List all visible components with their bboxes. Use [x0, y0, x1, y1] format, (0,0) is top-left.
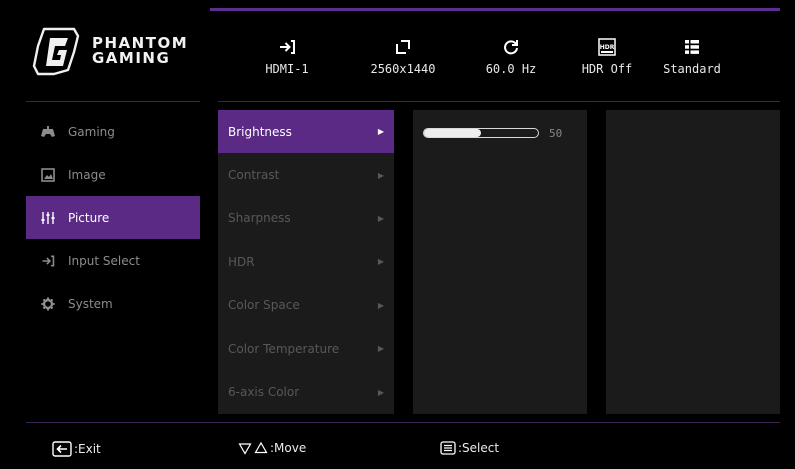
exit-hint-label: :Exit [74, 442, 101, 456]
sidebar-item-label: Picture [68, 210, 110, 225]
brand-line-2: GAMING [92, 49, 171, 67]
sidebar-item-gaming[interactable]: Gaming [26, 110, 200, 153]
footer-divider [26, 422, 780, 423]
phantom-gaming-badge-icon [32, 27, 80, 76]
chevron-right-icon: ▶ [377, 257, 384, 267]
status-mode: Standard [647, 36, 737, 76]
value-panel: 50 [413, 110, 587, 414]
submenu-item-color-temperature[interactable]: Color Temperature ▶ [218, 327, 394, 370]
select-hint-label: :Select [458, 441, 500, 455]
down-triangle-icon [238, 441, 252, 455]
status-hdr-value: HDR Off [581, 62, 633, 76]
chevron-right-icon: ▶ [377, 344, 384, 354]
refresh-icon [466, 36, 556, 58]
image-icon [40, 167, 56, 183]
menu-key-icon [440, 441, 456, 455]
chevron-right-icon: ▶ [377, 300, 384, 310]
chevron-right-icon: ▶ [377, 170, 384, 180]
gamepad-icon [40, 124, 56, 140]
sidebar-item-label: System [68, 296, 113, 311]
submenu-item-label: Brightness [228, 124, 292, 139]
status-resolution-value: 2560x1440 [370, 62, 436, 76]
exit-key-icon [52, 441, 72, 457]
up-triangle-icon [254, 441, 268, 455]
sidebar-item-label: Image [68, 167, 106, 182]
select-hint: :Select [440, 441, 499, 455]
resolution-icon [358, 36, 448, 58]
status-mode-value: Standard [663, 62, 721, 76]
input-arrow-icon [242, 36, 332, 58]
move-hint: :Move [238, 441, 306, 455]
status-input-value: HDMI-1 [265, 62, 309, 76]
hdr-icon-label: HDR [600, 44, 615, 51]
list-mode-icon [647, 36, 737, 58]
submenu-item-contrast[interactable]: Contrast ▶ [218, 153, 394, 196]
submenu-item-6-axis-color[interactable]: 6-axis Color ▶ [218, 370, 394, 413]
submenu-item-hdr[interactable]: HDR ▶ [218, 240, 394, 283]
exit-hint: :Exit [52, 441, 101, 457]
brightness-value: 50 [549, 127, 563, 140]
content-divider [218, 101, 780, 102]
top-accent-bar [210, 8, 780, 11]
chevron-right-icon: ▶ [377, 127, 384, 137]
submenu-item-color-space[interactable]: Color Space ▶ [218, 284, 394, 327]
input-arrow-icon [40, 253, 56, 269]
status-refresh: 60.0 Hz [466, 36, 556, 76]
submenu-item-label: 6-axis Color [228, 385, 300, 400]
sidebar-item-picture[interactable]: Picture [26, 196, 200, 239]
submenu-item-brightness[interactable]: Brightness ▶ [218, 110, 394, 154]
brand-logo: PHANTOM GAMING [30, 26, 205, 76]
sidebar-item-input-select[interactable]: Input Select [26, 239, 200, 282]
sidebar: Gaming Image Picture Input Select System [26, 110, 200, 325]
picture-submenu: Brightness ▶ Contrast ▶ Sharpness ▶ HDR … [218, 110, 394, 414]
sliders-icon [40, 210, 56, 226]
sidebar-item-image[interactable]: Image [26, 153, 200, 196]
sidebar-divider [26, 101, 200, 102]
submenu-item-label: Color Temperature [228, 341, 340, 356]
submenu-item-label: HDR [228, 254, 255, 269]
status-input: HDMI-1 [242, 36, 332, 76]
gear-icon [40, 296, 56, 312]
sidebar-item-label: Gaming [68, 124, 115, 139]
sidebar-item-system[interactable]: System [26, 282, 200, 325]
hdr-icon: HDR [562, 36, 652, 58]
submenu-item-sharpness[interactable]: Sharpness ▶ [218, 197, 394, 240]
sidebar-item-label: Input Select [68, 253, 140, 268]
brightness-slider[interactable] [423, 128, 539, 138]
status-hdr: HDR HDR Off [562, 36, 652, 76]
status-resolution: 2560x1440 [358, 36, 448, 76]
submenu-item-label: Contrast [228, 168, 280, 183]
submenu-item-label: Sharpness [228, 211, 291, 226]
submenu-item-label: Color Space [228, 298, 300, 313]
status-refresh-value: 60.0 Hz [485, 62, 537, 76]
detail-panel [606, 110, 780, 414]
chevron-right-icon: ▶ [377, 213, 384, 223]
brand-text: PHANTOM GAMING [92, 36, 188, 66]
brightness-slider-fill [424, 129, 481, 137]
chevron-right-icon: ▶ [377, 387, 384, 397]
move-hint-label: :Move [270, 441, 307, 455]
